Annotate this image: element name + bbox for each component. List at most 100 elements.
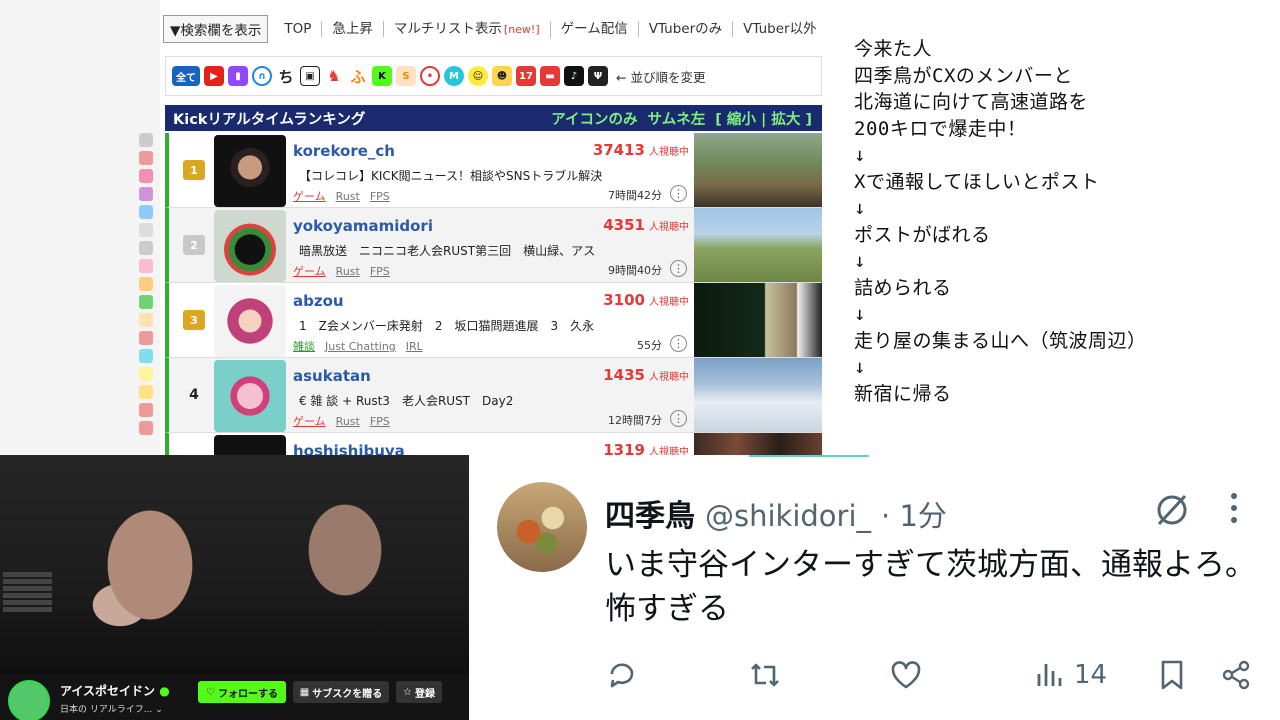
side-character-icon[interactable] bbox=[139, 385, 153, 399]
view-zoom-toggle[interactable]: [ 縮小 | 拡大 ] bbox=[715, 108, 812, 129]
avatar[interactable] bbox=[214, 435, 286, 455]
side-live-icon[interactable] bbox=[139, 331, 153, 345]
17live-icon[interactable]: 17 bbox=[516, 66, 536, 86]
more-options-icon[interactable]: ⋮ bbox=[670, 335, 687, 352]
nav-multilist[interactable]: マルチリスト表示 [new!] bbox=[384, 20, 551, 38]
sort-order-label[interactable]: ← 並び順を変更 bbox=[616, 67, 705, 86]
display-name[interactable]: 四季鳥 bbox=[605, 491, 695, 535]
stream-title[interactable]: 暗黒放送 ニコニコ老人会RUST第三回 横山緑、アス bbox=[299, 242, 679, 259]
tag[interactable]: Rust bbox=[336, 265, 360, 278]
niconico-icon[interactable]: ▣ bbox=[300, 66, 320, 86]
tag[interactable]: FPS bbox=[370, 265, 390, 278]
more-options-icon[interactable]: ⋮ bbox=[670, 260, 687, 277]
tag[interactable]: Rust bbox=[336, 190, 360, 203]
s-platform-icon[interactable]: S bbox=[396, 66, 416, 86]
tag[interactable]: Just Chatting bbox=[325, 340, 396, 353]
more-options-icon[interactable] bbox=[1227, 491, 1241, 525]
stream-title[interactable]: 1 Z会メンバー床発射 2 坂口猫問題進展 3 久永 bbox=[299, 317, 679, 334]
platform-all-button[interactable]: 全て bbox=[172, 66, 200, 86]
register-button[interactable]: ☆ 登録 bbox=[396, 681, 442, 703]
avatar[interactable] bbox=[497, 482, 587, 572]
stream-thumbnail[interactable] bbox=[694, 358, 822, 432]
side-niconico-icon[interactable] bbox=[139, 241, 153, 255]
openrec-icon[interactable]: ∩ bbox=[252, 66, 272, 86]
side-s-icon[interactable] bbox=[139, 313, 153, 327]
side-openrec-icon[interactable] bbox=[139, 205, 153, 219]
tag[interactable]: IRL bbox=[406, 340, 423, 353]
channel-name[interactable]: korekore_ch bbox=[293, 142, 395, 160]
tag[interactable]: ゲーム bbox=[293, 265, 326, 278]
nav-top[interactable]: TOP bbox=[274, 21, 323, 37]
nav-game[interactable]: ゲーム配信 bbox=[551, 21, 639, 37]
views-button[interactable]: 14 bbox=[1034, 655, 1107, 695]
channel-name[interactable]: yokoyamamidori bbox=[293, 217, 433, 235]
streamer-name[interactable]: アイスポセイドン ● bbox=[60, 682, 170, 699]
tag[interactable]: ゲーム bbox=[293, 190, 326, 203]
table-row[interactable]: 4 asukatan 1435 人視聴中 € 雑 談 + Rust3 老人会RUS… bbox=[165, 358, 822, 433]
stream-title[interactable]: 【コレコレ】KICK閲ニュース！相談やSNSトラブル解決 bbox=[299, 167, 679, 184]
whowatch-icon[interactable]: ち bbox=[276, 66, 296, 86]
side-all-icon[interactable] bbox=[139, 151, 153, 165]
like-button[interactable] bbox=[890, 655, 922, 695]
table-row[interactable]: 3 abzou 3100 人視聴中 1 Z会メンバー床発射 2 坂口猫問題進展 3… bbox=[165, 283, 822, 358]
user-handle[interactable]: @shikidori_ bbox=[705, 499, 871, 533]
stream-video[interactable] bbox=[0, 455, 469, 675]
more-options-icon[interactable]: ⋮ bbox=[670, 185, 687, 202]
side-whowatch-icon[interactable] bbox=[139, 223, 153, 237]
kick-icon[interactable]: K bbox=[372, 66, 392, 86]
tag[interactable]: Rust bbox=[336, 415, 360, 428]
view-thumb-left[interactable]: サムネ左 bbox=[648, 108, 706, 129]
stream-title[interactable]: € 雑 談 + Rust3 老人会RUST Day2 bbox=[299, 392, 679, 409]
avatar[interactable] bbox=[214, 285, 286, 357]
tag[interactable]: 雑談 bbox=[293, 340, 315, 353]
gift-sub-button[interactable]: ▦ サブスクを贈る bbox=[293, 681, 389, 703]
bookmark-button[interactable] bbox=[1158, 655, 1186, 695]
character-icon[interactable]: ☻ bbox=[492, 66, 512, 86]
tag[interactable]: FPS bbox=[370, 415, 390, 428]
post-time[interactable]: · 1分 bbox=[881, 493, 947, 535]
side-twitch-icon[interactable] bbox=[139, 187, 153, 201]
table-row[interactable]: 1 korekore_ch 37413 人視聴中 【コレコレ】KICK閲ニュース！… bbox=[165, 133, 822, 208]
nav-trending[interactable]: 急上昇 bbox=[322, 21, 384, 37]
side-kick-icon[interactable] bbox=[139, 295, 153, 309]
chevron-down-icon[interactable]: ⌄ bbox=[155, 705, 163, 715]
face-icon[interactable]: ☺ bbox=[468, 66, 488, 86]
tag[interactable]: ゲーム bbox=[293, 415, 326, 428]
show-search-button[interactable]: ▼検索欄を表示 bbox=[163, 15, 269, 43]
showroom-icon[interactable]: ▬ bbox=[540, 66, 560, 86]
side-youtube-icon[interactable] bbox=[139, 169, 153, 183]
cat-icon[interactable]: Ψ bbox=[588, 66, 608, 86]
reply-button[interactable] bbox=[606, 655, 638, 695]
side-17live-icon[interactable] bbox=[139, 403, 153, 417]
channel-name[interactable]: hoshishibuya bbox=[293, 442, 405, 455]
side-edit-icon[interactable] bbox=[139, 133, 153, 147]
table-row[interactable]: hoshishibuya 1319 人視聴中 bbox=[165, 433, 822, 455]
side-face-icon[interactable] bbox=[139, 367, 153, 381]
streamer-avatar[interactable] bbox=[8, 680, 50, 720]
more-options-icon[interactable]: ⋮ bbox=[670, 410, 687, 427]
grok-icon[interactable] bbox=[1152, 490, 1192, 530]
tag[interactable]: FPS bbox=[370, 190, 390, 203]
avatar[interactable] bbox=[214, 210, 286, 282]
stream-thumbnail[interactable] bbox=[694, 283, 822, 357]
live-circle-icon[interactable]: • bbox=[420, 66, 440, 86]
share-button[interactable] bbox=[1220, 655, 1252, 695]
nav-non-vtuber[interactable]: VTuber以外 bbox=[733, 21, 826, 37]
channel-name[interactable]: asukatan bbox=[293, 367, 371, 385]
nav-vtuber[interactable]: VTuberのみ bbox=[639, 21, 734, 37]
side-showroom-icon[interactable] bbox=[139, 421, 153, 435]
mirrativ-icon[interactable]: M bbox=[444, 66, 464, 86]
stream-thumbnail[interactable] bbox=[694, 133, 822, 207]
avatar[interactable] bbox=[214, 135, 286, 207]
side-fox-icon[interactable] bbox=[139, 259, 153, 273]
repost-button[interactable] bbox=[748, 655, 782, 695]
stream-thumbnail[interactable] bbox=[694, 433, 822, 455]
fox-icon[interactable]: ♞ bbox=[324, 66, 344, 86]
table-row[interactable]: 2 yokoyamamidori 4351 人視聴中 暗黒放送 ニコニコ老人会RU… bbox=[165, 208, 822, 283]
view-icon-only[interactable]: アイコンのみ bbox=[551, 108, 637, 129]
side-fuwa-icon[interactable] bbox=[139, 277, 153, 291]
side-mirrativ-icon[interactable] bbox=[139, 349, 153, 363]
youtube-icon[interactable]: ▶ bbox=[204, 66, 224, 86]
stream-thumbnail[interactable] bbox=[694, 208, 822, 282]
fuwa-icon[interactable]: ふ bbox=[348, 66, 368, 86]
